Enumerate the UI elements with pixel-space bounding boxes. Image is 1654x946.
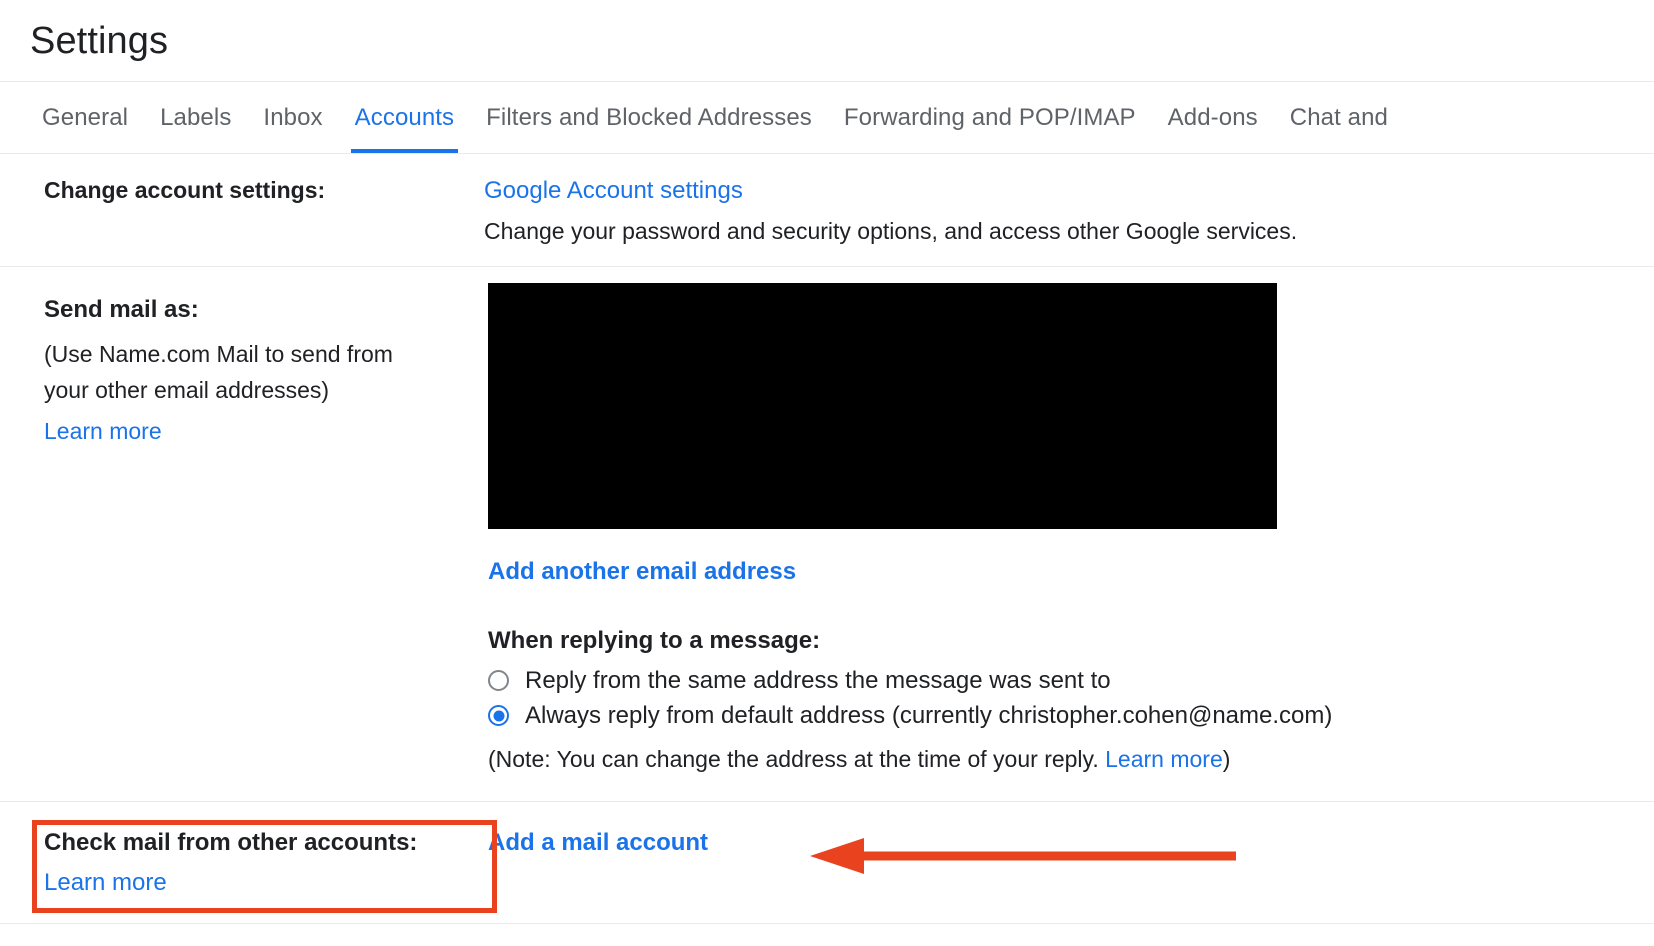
- when-replying-title: When replying to a message:: [488, 627, 821, 654]
- settings-tab-bar: General Labels Inbox Accounts Filters an…: [0, 82, 1654, 154]
- radio-unselected-icon[interactable]: [488, 669, 509, 691]
- row-value: Google Account settings Change your pass…: [470, 154, 1654, 266]
- check-mail-label: Check mail from other accounts:: [44, 828, 418, 856]
- tab-accounts[interactable]: Accounts: [339, 82, 471, 153]
- send-mail-as-learn-more-link[interactable]: Learn more: [44, 413, 162, 450]
- tab-label: Add-ons: [1167, 103, 1258, 131]
- tab-chat-and-meet[interactable]: Chat and: [1274, 82, 1404, 153]
- add-another-email-address-link[interactable]: Add another email address: [488, 553, 1638, 592]
- radio-selected-icon[interactable]: [488, 705, 509, 727]
- row-check-mail-from-other-accounts: Check mail from other accounts: Learn mo…: [0, 802, 1654, 925]
- tab-add-ons[interactable]: Add-ons: [1152, 82, 1274, 153]
- redacted-send-mail-as-table: [488, 283, 1277, 530]
- radio-option-label: Reply from the same address the message …: [525, 666, 1111, 694]
- google-account-settings-link[interactable]: Google Account settings: [484, 172, 1638, 211]
- row-label: Send mail as: (Use Name.com Mail to send…: [0, 267, 470, 472]
- tab-inbox[interactable]: Inbox: [247, 82, 338, 153]
- tab-label: Labels: [160, 103, 232, 131]
- row-value: Add another email address When replying …: [470, 267, 1654, 800]
- radio-option-label: Always reply from default address (curre…: [525, 702, 1333, 730]
- row-change-account-settings: Change account settings: Google Account …: [0, 154, 1654, 268]
- reply-address-note: (Note: You can change the address at the…: [488, 741, 1638, 778]
- row-send-mail-as: Send mail as: (Use Name.com Mail to send…: [0, 267, 1654, 802]
- settings-body: Change account settings: Google Account …: [0, 154, 1654, 925]
- tab-label: Filters and Blocked Addresses: [486, 103, 812, 131]
- tab-filters-and-blocked-addresses[interactable]: Filters and Blocked Addresses: [470, 82, 828, 153]
- tab-labels[interactable]: Labels: [144, 82, 247, 153]
- google-account-settings-description: Change your password and security option…: [484, 217, 1298, 244]
- tab-general[interactable]: General: [30, 82, 144, 153]
- reply-note-learn-more-link[interactable]: Learn more: [1105, 746, 1223, 772]
- page-title: Settings: [30, 19, 169, 62]
- row-label: Change account settings:: [0, 154, 470, 225]
- tab-forwarding-and-pop-imap[interactable]: Forwarding and POP/IMAP: [828, 82, 1152, 153]
- add-a-mail-account-link[interactable]: Add a mail account: [488, 829, 708, 856]
- tab-label: Chat and: [1289, 103, 1388, 131]
- check-mail-learn-more-link[interactable]: Learn more: [44, 864, 167, 903]
- reply-note-suffix: ): [1222, 746, 1231, 773]
- radio-option-reply-same-address[interactable]: Reply from the same address the message …: [488, 665, 1638, 696]
- tab-label: Accounts: [354, 103, 455, 131]
- radio-option-always-default-address[interactable]: Always reply from default address (curre…: [488, 700, 1638, 731]
- send-mail-as-label: Send mail as:: [44, 296, 199, 324]
- change-account-settings-label: Change account settings:: [44, 177, 326, 203]
- tab-label: Inbox: [263, 103, 323, 131]
- tab-label: General: [42, 103, 129, 131]
- reply-note-prefix: (Note: You can change the address at the…: [488, 746, 1106, 773]
- settings-header: Settings: [0, 0, 1654, 82]
- tab-label: Forwarding and POP/IMAP: [843, 103, 1136, 131]
- row-label: Check mail from other accounts: Learn mo…: [0, 802, 470, 924]
- send-mail-as-note: (Use Name.com Mail to send from your oth…: [44, 341, 393, 404]
- row-value: Add a mail account: [470, 802, 1654, 885]
